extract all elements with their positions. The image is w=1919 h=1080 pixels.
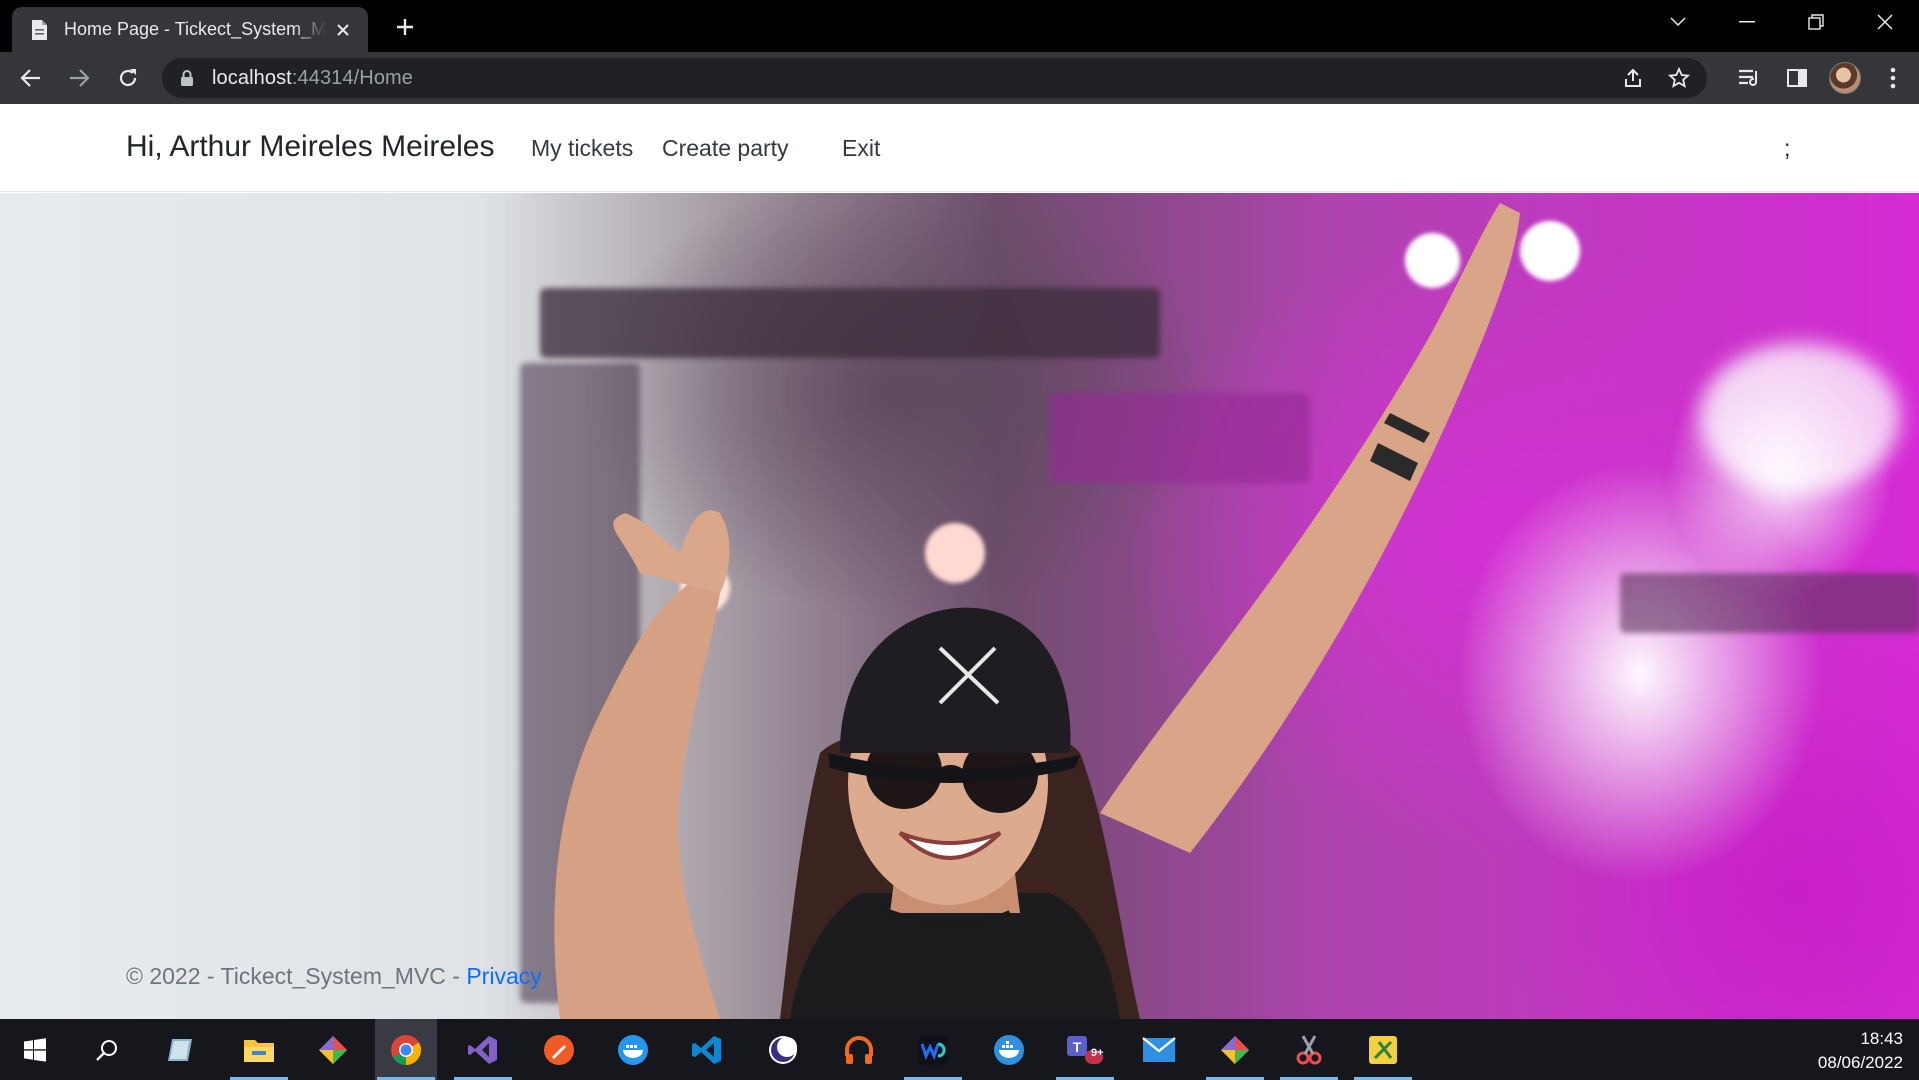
restore-icon[interactable] [1781, 0, 1850, 44]
git-extensions-icon[interactable] [1204, 1019, 1266, 1080]
lock-icon[interactable] [180, 69, 198, 87]
nav-link-my-tickets[interactable]: My tickets [531, 135, 633, 162]
docker-icon[interactable] [602, 1019, 664, 1080]
eclipse-icon[interactable] [752, 1019, 814, 1080]
teams-icon[interactable]: T 9+ [1054, 1019, 1116, 1080]
clock-time: 18:43 [1860, 1029, 1903, 1048]
teams-badge: 9+ [1091, 1047, 1104, 1059]
site-navbar: Hi, Arthur Meireles Meireles My tickets … [0, 104, 1919, 192]
nav-link-create-party[interactable]: Create party [662, 135, 789, 162]
url-path: :44314/Home [291, 66, 414, 89]
tab-search-icon[interactable] [1643, 0, 1712, 44]
reload-icon[interactable] [113, 63, 143, 93]
profile-avatar[interactable] [1829, 62, 1861, 94]
share-icon[interactable] [1619, 64, 1647, 92]
hero-background-photo: © 2022 - Tickect_System_MVC - Privacy [0, 193, 1919, 1019]
bookmark-star-icon[interactable] [1665, 64, 1693, 92]
headphones-app-icon[interactable] [828, 1019, 890, 1080]
page-favicon-icon [28, 19, 50, 41]
media-queue-icon[interactable] [1733, 62, 1765, 94]
side-panel-icon[interactable] [1781, 62, 1813, 94]
visual-studio-icon[interactable] [452, 1019, 514, 1080]
navbar-stray-text: ; [1784, 135, 1791, 161]
profile-photo [1829, 62, 1861, 94]
browser-tab[interactable]: Home Page - Tickect_System_MVC [12, 7, 368, 52]
url-host: localhost [212, 66, 292, 89]
start-icon[interactable] [4, 1019, 66, 1080]
search-icon[interactable] [76, 1019, 138, 1080]
forward-icon[interactable] [64, 63, 94, 93]
browser-toolbar: localhost:44314/Home [0, 52, 1919, 104]
window-controls [1643, 0, 1919, 44]
browser-titlebar: Home Page - Tickect_System_MVC [0, 0, 1919, 52]
postman-icon[interactable] [528, 1019, 590, 1080]
windows-taskbar: T 9+ 18:43 08/06/2022 [0, 1019, 1919, 1080]
sketch-app-icon[interactable] [1352, 1019, 1414, 1080]
vscode-icon[interactable] [676, 1019, 738, 1080]
web-page: Hi, Arthur Meireles Meireles My tickets … [0, 104, 1919, 1019]
footer-copyright: © 2022 - Tickect_System_MVC - [126, 963, 467, 989]
notes-app-icon[interactable] [150, 1019, 212, 1080]
file-explorer-icon[interactable] [228, 1019, 290, 1080]
navbar-brand[interactable]: Hi, Arthur Meireles Meireles [126, 130, 494, 164]
privacy-link[interactable]: Privacy [466, 963, 541, 989]
back-icon[interactable] [16, 63, 46, 93]
address-bar[interactable]: localhost:44314/Home [162, 58, 1707, 98]
svg-text:T: T [1073, 1039, 1082, 1055]
webstorm-icon[interactable] [902, 1019, 964, 1080]
new-tab-button[interactable] [390, 12, 420, 42]
clock-date: 08/06/2022 [1817, 1053, 1903, 1072]
chrome-icon[interactable] [375, 1019, 437, 1080]
system-clock[interactable]: 18:43 08/06/2022 [1818, 1027, 1903, 1075]
close-window-icon[interactable] [1850, 0, 1919, 44]
menu-kebab-icon[interactable] [1877, 62, 1909, 94]
nav-link-exit[interactable]: Exit [842, 135, 880, 162]
snipping-tool-icon[interactable] [1278, 1019, 1340, 1080]
url-text: localhost:44314/Home [212, 67, 413, 90]
close-tab-icon[interactable] [332, 19, 354, 41]
docker-desktop-icon[interactable] [978, 1019, 1040, 1080]
minimize-icon[interactable] [1712, 0, 1781, 44]
woman-at-concert-photo [554, 203, 1520, 1019]
git-icon[interactable] [302, 1019, 364, 1080]
tab-title: Home Page - Tickect_System_MVC [64, 19, 326, 39]
footer: © 2022 - Tickect_System_MVC - Privacy [126, 963, 542, 990]
mail-icon[interactable] [1128, 1019, 1190, 1080]
